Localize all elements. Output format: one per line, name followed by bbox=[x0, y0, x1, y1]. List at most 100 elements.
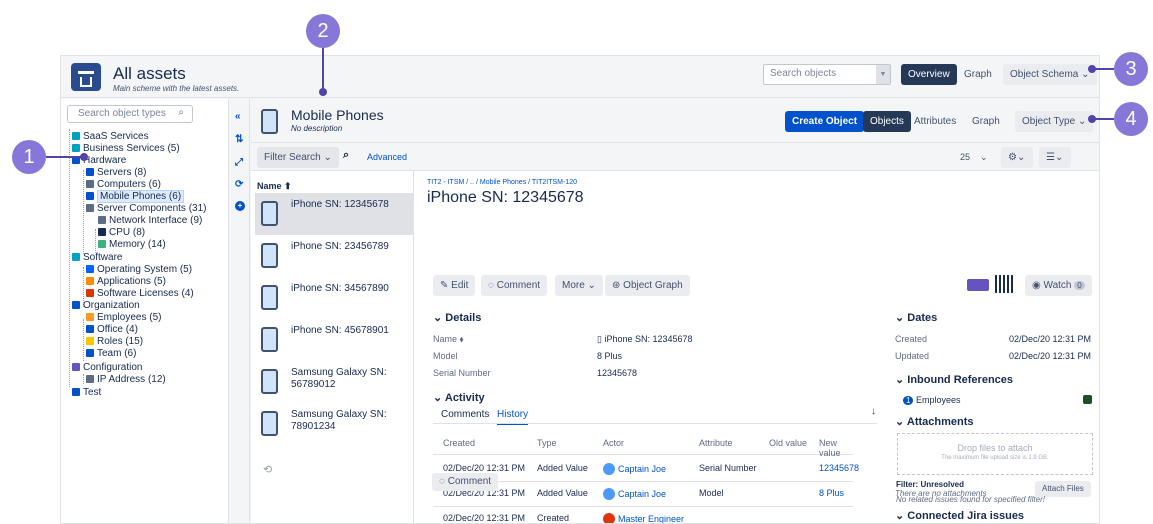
breadcrumb[interactable]: TIT2 - ITSM / .. / Mobile Phones / TIT2I… bbox=[427, 179, 577, 186]
tree-item[interactable]: Employees (5) bbox=[86, 312, 161, 323]
object-schema-dropdown[interactable]: Object Schema ⌄ bbox=[1003, 64, 1097, 85]
object-type-header: Mobile Phones No description Create Obje… bbox=[251, 99, 1099, 143]
arrow-down-icon[interactable]: ↓ bbox=[871, 406, 876, 417]
tree-item[interactable]: CPU (8) bbox=[98, 227, 145, 238]
object-graph-button[interactable]: ⊛ Object Graph bbox=[605, 275, 690, 296]
reload-icon[interactable]: ⟲ bbox=[263, 463, 272, 476]
advanced-link[interactable]: Advanced bbox=[367, 152, 407, 162]
inbound-employees-link[interactable]: 1 Employees bbox=[903, 395, 961, 405]
list-item[interactable]: iPhone SN: 12345678 bbox=[255, 193, 413, 235]
qr-code-icon[interactable] bbox=[995, 275, 1013, 293]
tree-item[interactable]: Servers (8) bbox=[86, 167, 146, 178]
inbound-heading-label: Inbound References bbox=[907, 374, 1014, 386]
view-toggle[interactable]: ☰⌄ bbox=[1039, 147, 1071, 168]
object-type-icon bbox=[86, 349, 94, 357]
watch-count: 0 bbox=[1074, 281, 1085, 290]
watch-button[interactable]: ◉ Watch 0 bbox=[1025, 275, 1092, 296]
attachments-heading[interactable]: ⌄ Attachments bbox=[895, 415, 974, 428]
tree-item[interactable]: Configuration bbox=[72, 362, 142, 373]
refresh-icon[interactable]: ⟳ bbox=[235, 179, 243, 190]
edit-button[interactable]: ✎ Edit bbox=[433, 275, 476, 296]
object-type-icon bbox=[72, 132, 80, 140]
tree-item-label: Employees (5) bbox=[97, 312, 162, 323]
tree-item[interactable]: Applications (5) bbox=[86, 276, 166, 287]
activity-heading[interactable]: ⌄ Activity bbox=[433, 391, 485, 404]
page-size-select[interactable]: 25 ⌄ bbox=[953, 147, 995, 168]
object-type-icon bbox=[72, 363, 80, 371]
more-dropdown[interactable]: More ⌄ bbox=[555, 275, 603, 296]
object-type-title: Mobile Phones bbox=[291, 107, 384, 123]
tree-line bbox=[95, 229, 96, 253]
callout-dot bbox=[1088, 115, 1096, 123]
tab-graph[interactable]: Graph bbox=[965, 111, 1007, 132]
tab-comments[interactable]: Comments bbox=[441, 409, 489, 420]
tree-item[interactable]: Operating System (5) bbox=[86, 264, 192, 275]
graph-button[interactable]: Graph bbox=[957, 64, 999, 85]
list-item[interactable]: iPhone SN: 23456789 bbox=[255, 235, 413, 277]
details-heading[interactable]: ⌄ Details bbox=[433, 311, 481, 324]
object-type-icon bbox=[98, 228, 106, 236]
tree-item[interactable]: Software Licenses (4) bbox=[86, 288, 194, 299]
tree-item[interactable]: Software bbox=[72, 252, 122, 263]
field-value: 12345678 bbox=[597, 368, 638, 378]
list-item-label: iPhone SN: 23456789 bbox=[291, 241, 389, 252]
graph-icon: ⊛ bbox=[612, 280, 624, 291]
tree-item[interactable]: Business Services (5) bbox=[72, 143, 180, 154]
printer-icon[interactable] bbox=[967, 279, 989, 291]
chevron-down-icon[interactable]: ▼ bbox=[876, 65, 890, 84]
field-key: Model bbox=[433, 351, 458, 361]
tree-item[interactable]: Team (6) bbox=[86, 348, 136, 359]
inbound-heading[interactable]: ⌄ Inbound References bbox=[895, 373, 1013, 386]
object-type-icon bbox=[98, 240, 106, 248]
bottom-comment-button[interactable]: ◌ Comment bbox=[432, 473, 499, 491]
tree-item-label: Server Components (31) bbox=[97, 203, 207, 214]
tab-objects[interactable]: Objects bbox=[863, 111, 911, 132]
overview-button[interactable]: Overview bbox=[901, 64, 957, 85]
tree-item-label: Organization bbox=[83, 300, 140, 311]
tree-item[interactable]: Memory (14) bbox=[98, 239, 166, 250]
collapse-icon[interactable]: « bbox=[235, 111, 241, 122]
list-item[interactable]: Samsung Galaxy SN: 56789012 bbox=[255, 361, 413, 403]
object-type-dropdown[interactable]: Object Type ⌄ bbox=[1015, 111, 1094, 132]
tree-item[interactable]: Roles (15) bbox=[86, 336, 143, 347]
comment-button[interactable]: ◌ Comment bbox=[481, 275, 548, 296]
jira-heading[interactable]: ⌄ Connected Jira issues bbox=[895, 509, 1024, 522]
dates-heading[interactable]: ⌄ Dates bbox=[895, 311, 937, 324]
filter-search-dropdown[interactable]: Filter Search ⌄ bbox=[257, 147, 339, 168]
list-header-name[interactable]: Name ⬆ bbox=[257, 181, 292, 192]
search-objects-input[interactable]: Search objects ▼ bbox=[763, 64, 891, 85]
color-swatch-icon bbox=[1083, 395, 1092, 404]
list-item[interactable]: Samsung Galaxy SN: 78901234 bbox=[255, 403, 413, 445]
tree-item[interactable]: Mobile Phones (6) bbox=[86, 190, 185, 203]
tree-item[interactable]: SaaS Services bbox=[72, 131, 149, 142]
create-object-button[interactable]: Create Object bbox=[785, 111, 865, 132]
callout-3: 3 bbox=[1114, 52, 1148, 86]
list-item[interactable]: iPhone SN: 34567890 bbox=[255, 277, 413, 319]
search-icon[interactable]: ⌕ bbox=[343, 149, 349, 162]
tab-attributes[interactable]: Attributes bbox=[907, 111, 963, 132]
object-type-icon bbox=[86, 277, 94, 285]
tree-icon[interactable]: ⇅ bbox=[235, 134, 243, 145]
callout-line bbox=[322, 48, 324, 92]
add-icon[interactable]: + bbox=[235, 201, 245, 211]
tree-item[interactable]: Organization bbox=[72, 300, 140, 311]
tree-item[interactable]: Computers (6) bbox=[86, 179, 161, 190]
tree-item[interactable]: Test bbox=[72, 387, 101, 398]
tree-line bbox=[83, 319, 84, 361]
tree-item[interactable]: Network Interface (9) bbox=[98, 215, 202, 226]
callout-dot bbox=[319, 88, 327, 96]
tree-item-label: Test bbox=[83, 387, 102, 398]
tree-item[interactable]: Server Components (31) bbox=[86, 203, 207, 214]
tree-item[interactable]: IP Address (12) bbox=[86, 374, 166, 385]
avatar bbox=[603, 463, 615, 475]
expand-icon[interactable]: ⤢ bbox=[235, 157, 243, 168]
drop-zone[interactable]: Drop files to attach The maximum file up… bbox=[897, 433, 1093, 475]
tree-line bbox=[69, 129, 70, 387]
tree-item-label: Memory (14) bbox=[109, 239, 166, 250]
field-value[interactable]: ▯ iPhone SN: 12345678 bbox=[597, 334, 693, 345]
settings-dropdown[interactable]: ⚙⌄ bbox=[1001, 147, 1033, 168]
list-item[interactable]: iPhone SN: 45678901 bbox=[255, 319, 413, 361]
search-object-types-input[interactable]: Search object types ⌕ bbox=[67, 105, 193, 123]
callout-2: 2 bbox=[306, 14, 340, 48]
tree-item[interactable]: Office (4) bbox=[86, 324, 138, 335]
